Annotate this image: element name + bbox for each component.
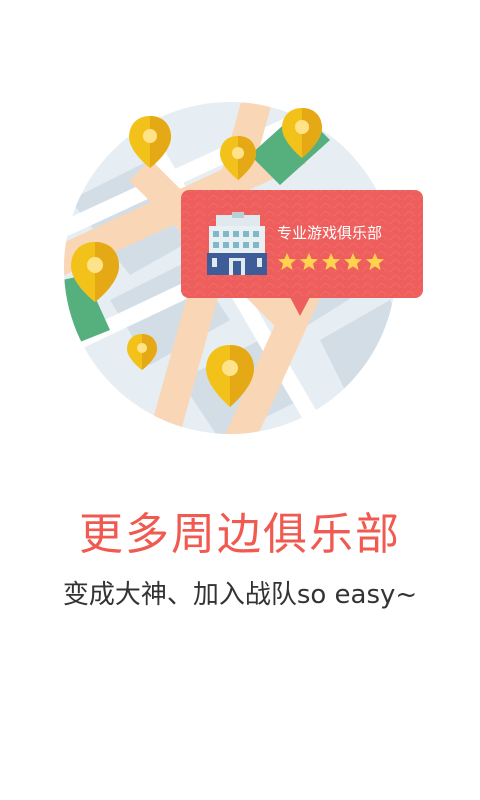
headline: 更多周边俱乐部 [79, 509, 401, 560]
subtitle: 变成大神、加入战队so easy~ [62, 580, 418, 610]
building-icon [207, 212, 267, 275]
map-illustration: 专业游戏俱乐部 [64, 102, 423, 434]
splash-screen: 专业游戏俱乐部 更多周边俱乐部 变成大神、加入战队so easy~ [0, 0, 480, 800]
club-name: 专业游戏俱乐部 [277, 224, 382, 242]
club-info-card: 专业游戏俱乐部 [181, 190, 423, 316]
